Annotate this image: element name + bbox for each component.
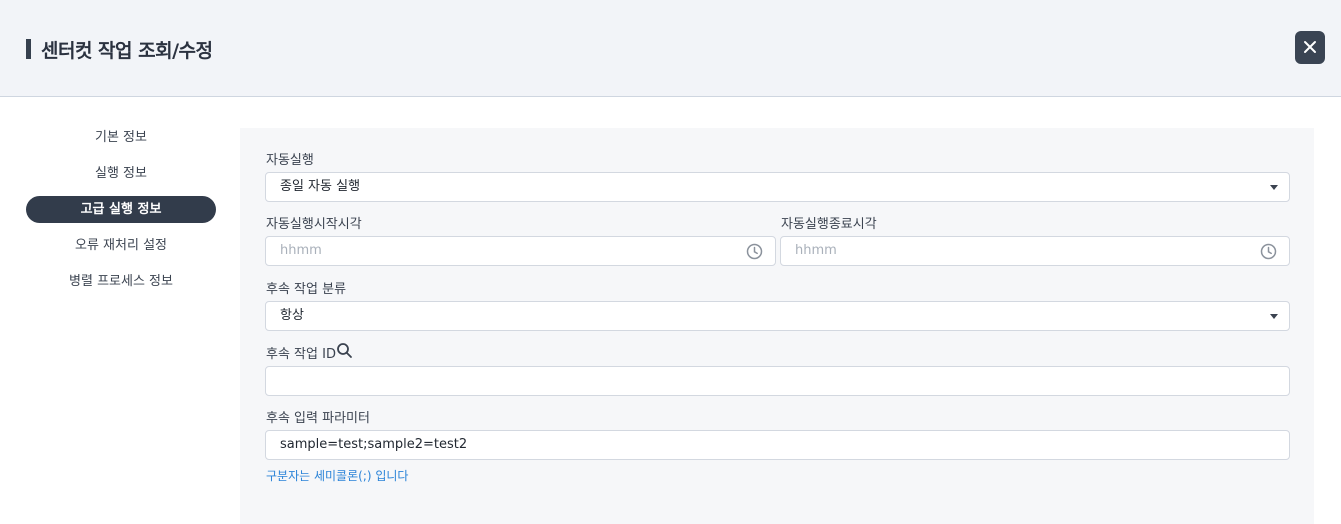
page-title: 센터컷 작업 조회/수정 (41, 40, 213, 62)
followup-type-value: 항상 (280, 308, 304, 323)
start-time-input[interactable]: hhmm (265, 236, 776, 266)
sidebar-item-parallel-process[interactable]: 병렬 프로세스 정보 (26, 268, 216, 295)
dropdown-caret-icon (1270, 314, 1278, 319)
dropdown-caret-icon (1270, 185, 1278, 190)
followup-id-input[interactable] (265, 366, 1290, 396)
auto-run-label: 자동실행 (266, 153, 314, 168)
followup-params-label: 후속 입력 파라미터 (266, 411, 370, 426)
end-time-placeholder: hhmm (795, 243, 837, 258)
search-icon[interactable] (336, 342, 353, 359)
followup-type-select[interactable]: 항상 (265, 301, 1290, 331)
title-accent-bar (26, 39, 31, 59)
dialog-header: 센터컷 작업 조회/수정 (0, 0, 1341, 97)
sidebar-item-advanced-run-info[interactable]: 고급 실행 정보 (26, 196, 216, 223)
followup-id-label: 후속 작업 ID (266, 347, 336, 362)
clock-icon[interactable] (746, 243, 763, 260)
auto-run-select[interactable]: 종일 자동 실행 (265, 172, 1290, 202)
close-button[interactable] (1295, 31, 1325, 64)
followup-params-value: sample=test;sample2=test2 (280, 437, 468, 452)
params-hint-text: 구분자는 세미콜론(;) 입니다 (266, 469, 409, 483)
end-time-input[interactable]: hhmm (780, 236, 1290, 266)
start-time-label: 자동실행시작시각 (266, 217, 362, 232)
end-time-label: 자동실행종료시각 (781, 217, 877, 232)
sidebar-item-error-retry[interactable]: 오류 재처리 설정 (26, 232, 216, 259)
sidebar-nav: 기본 정보 실행 정보 고급 실행 정보 오류 재처리 설정 병렬 프로세스 정… (26, 124, 216, 304)
start-time-placeholder: hhmm (280, 243, 322, 258)
followup-type-label: 후속 작업 분류 (266, 282, 347, 297)
sidebar-item-basic-info[interactable]: 기본 정보 (26, 124, 216, 151)
auto-run-value: 종일 자동 실행 (280, 179, 361, 194)
clock-icon[interactable] (1260, 243, 1277, 260)
followup-params-input[interactable]: sample=test;sample2=test2 (265, 430, 1290, 460)
sidebar-item-run-info[interactable]: 실행 정보 (26, 160, 216, 187)
close-icon (1304, 41, 1316, 53)
